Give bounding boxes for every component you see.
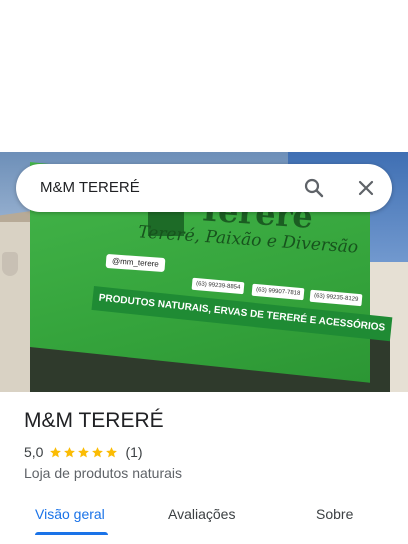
- lamp: [2, 252, 18, 276]
- active-tab-indicator: [35, 532, 108, 535]
- star-icon: [64, 446, 76, 457]
- review-count[interactable]: (1): [125, 444, 142, 460]
- rating-row[interactable]: 5,0 (1): [24, 444, 143, 460]
- place-name: M&M TERERÉ: [24, 409, 164, 432]
- tab-overview[interactable]: Visão geral: [35, 506, 105, 522]
- star-icon: [92, 446, 104, 457]
- place-category: Loja de produtos naturais: [24, 465, 182, 481]
- map-blank-area: [0, 0, 408, 152]
- rating-stars: [49, 446, 119, 459]
- search-bar[interactable]: M&M TERERÉ: [16, 164, 392, 212]
- star-icon: [106, 446, 118, 457]
- place-tabs: Visão geral Avaliações Sobre: [0, 496, 408, 544]
- tab-reviews[interactable]: Avaliações: [168, 506, 235, 522]
- star-icon: [78, 446, 90, 457]
- tab-about[interactable]: Sobre: [316, 506, 353, 522]
- search-query[interactable]: M&M TERERÉ: [40, 179, 140, 196]
- star-icon: [50, 446, 62, 457]
- search-icon[interactable]: [302, 176, 326, 200]
- close-icon[interactable]: [354, 176, 378, 200]
- rating-value: 5,0: [24, 444, 44, 460]
